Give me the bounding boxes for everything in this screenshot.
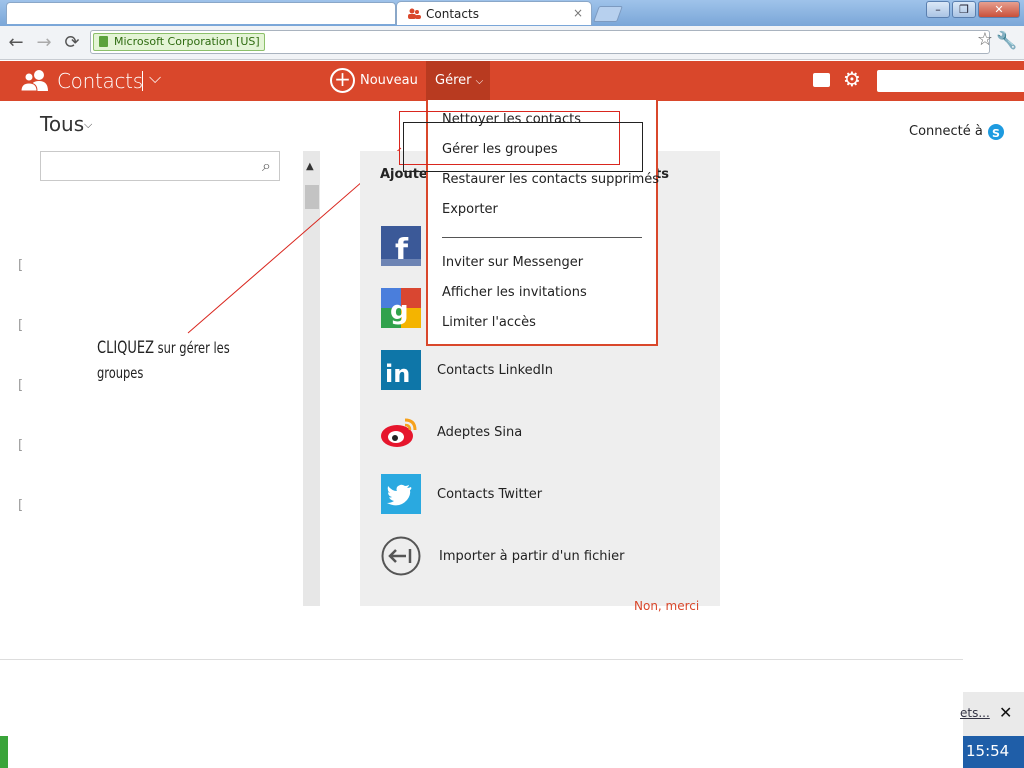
sina-weibo-icon[interactable] <box>379 412 419 452</box>
close-icon[interactable]: ✕ <box>999 703 1012 722</box>
annotation-text: CLIQUEZ sur gérer les groupes <box>97 338 230 382</box>
menu-item-invite-messenger[interactable]: Inviter sur Messenger <box>442 255 583 270</box>
menu-item-limit-access[interactable]: Limiter l'accès <box>442 315 536 330</box>
facebook-icon[interactable]: f <box>381 226 421 266</box>
no-thanks-link[interactable]: Non, merci <box>634 599 699 613</box>
bottom-overlay <box>0 660 963 768</box>
service-twitter[interactable]: Contacts Twitter <box>437 487 542 502</box>
service-linkedin[interactable]: Contacts LinkedIn <box>437 363 553 378</box>
menu-divider <box>442 237 642 238</box>
svg-text:g: g <box>390 296 409 326</box>
notification-link[interactable]: ets... <box>960 706 990 720</box>
linkedin-icon[interactable]: in <box>381 350 421 390</box>
skype-icon[interactable]: S <box>987 123 1005 141</box>
twitter-icon[interactable] <box>381 474 421 514</box>
google-icon[interactable]: g <box>381 288 421 328</box>
service-import-file[interactable]: Importer à partir d'un fichier <box>439 549 624 564</box>
menu-item-export[interactable]: Exporter <box>442 202 498 217</box>
connected-label: Connecté à <box>909 124 983 139</box>
taskbar-clock[interactable]: 15:54 <box>966 742 1009 760</box>
svg-text:in: in <box>385 360 410 388</box>
menu-item-restore-deleted[interactable]: Restaurer les contacts supprimés <box>442 172 659 187</box>
menu-item-show-invitations[interactable]: Afficher les invitations <box>442 285 587 300</box>
service-sina[interactable]: Adeptes Sina <box>437 425 522 440</box>
start-button-edge[interactable] <box>0 736 8 768</box>
import-file-icon[interactable] <box>381 536 421 576</box>
highlight-box-black <box>403 122 643 172</box>
svg-text:S: S <box>992 127 1000 140</box>
